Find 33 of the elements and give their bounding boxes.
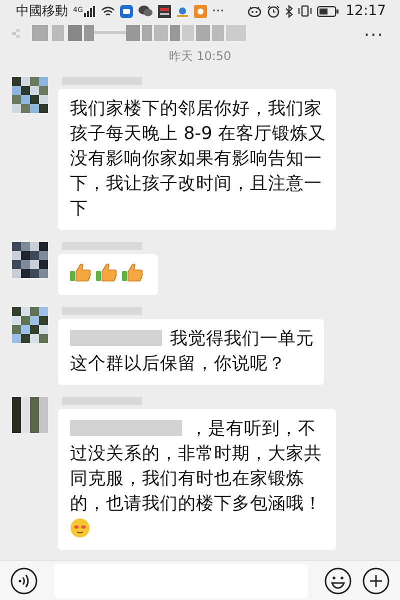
vibrate-icon	[298, 5, 312, 18]
more-menu-button[interactable]: ···	[360, 24, 388, 46]
shop-app-icon	[194, 4, 207, 18]
carrier-name: 中國移動	[16, 3, 68, 20]
chat-app-icon	[138, 5, 153, 18]
message-timestamp: 昨天 10:50	[168, 48, 232, 66]
avatar[interactable]	[12, 77, 48, 114]
add-icon[interactable]	[362, 566, 390, 595]
avatar[interactable]	[12, 397, 48, 434]
message-text: 过没关系的，非常时期，大家共同克服，我们有时也在家锻炼的，也请我们的楼下多包涵哦！	[70, 444, 322, 514]
blushing-face-icon	[70, 518, 90, 538]
face-icon	[246, 5, 262, 18]
more-notifications: ···	[212, 4, 224, 19]
thumbs-up-icon	[122, 263, 144, 284]
emoji-icon[interactable]	[324, 566, 352, 595]
app-icon	[120, 4, 133, 18]
message-text: 我觉得我们一单元	[170, 329, 314, 350]
clock-time: 12:17	[346, 3, 386, 20]
avatar[interactable]	[12, 307, 48, 344]
weather-app-icon	[176, 4, 189, 18]
message-text: 我们家楼下的邻居你好，我们家孩子每天晚上 8-9 在客厅锻炼又没有影响你家如果有影响告知一下，我让孩子改时间，且注意一下	[70, 99, 326, 220]
thumbs-up-icon	[70, 263, 92, 284]
bluetooth-icon	[284, 4, 293, 18]
avatar[interactable]	[12, 242, 48, 278]
voice-icon[interactable]	[10, 566, 38, 595]
news-app-icon	[158, 4, 171, 18]
thumbs-up-icon	[96, 263, 118, 284]
signal-icon	[84, 6, 96, 17]
alarm-icon	[266, 4, 280, 18]
message-text: ，是有听到，不	[190, 419, 316, 440]
message-text: 这个群以后保留，你说呢？	[70, 354, 286, 374]
battery-icon	[316, 6, 339, 17]
wifi-icon	[100, 6, 115, 17]
